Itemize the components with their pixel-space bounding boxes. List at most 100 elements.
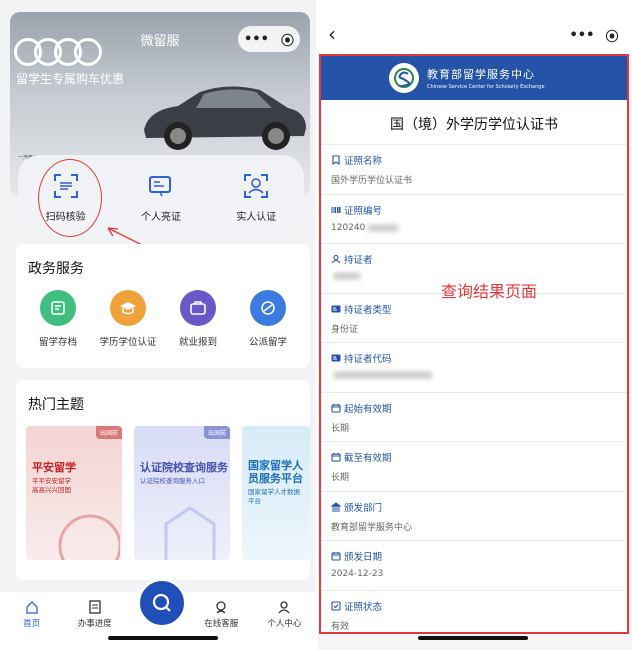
id-card-icon: [331, 354, 341, 362]
certificate-field: 颁发部门教育部留学服务中心: [321, 492, 627, 541]
tab-progress[interactable]: 办事进度: [63, 592, 126, 650]
tab-customer-service[interactable]: 在线客服: [190, 592, 253, 650]
field-value: 教育部留学服务中心: [331, 520, 627, 533]
tab-home[interactable]: 首页: [0, 592, 63, 650]
personal-id-button[interactable]: 个人亮证: [126, 171, 196, 223]
home-screen: 微留服 留学生专属购车优惠 一汽奥迪 ••• ⦿ 扫码核验 个人亮证 实人认证: [0, 0, 316, 650]
search-fab[interactable]: [137, 578, 187, 628]
annotation-label: 查询结果页面: [441, 282, 538, 301]
field-label-text: 证照编号: [344, 205, 383, 217]
home-indicator: [418, 636, 528, 640]
org-name-cn: 教育部留学服务中心: [427, 68, 535, 81]
topic-subtitle: 国家留学人才数据平台: [248, 488, 300, 505]
calendar-icon: [331, 552, 341, 561]
cscse-logo: [389, 63, 419, 93]
field-value-text: 长期: [331, 473, 350, 483]
tab-label: 首页: [23, 619, 41, 629]
field-value-text: 国外学历学位认证书: [331, 176, 413, 186]
topic-title: 平安留学: [32, 461, 76, 474]
field-label-text: 持证者类型: [344, 304, 392, 316]
service-archive[interactable]: 留学存档: [22, 290, 94, 348]
section-title: 热门主题: [28, 397, 84, 413]
user-icon: [278, 601, 290, 614]
redacted-value: [333, 371, 433, 379]
more-icon[interactable]: •••: [244, 32, 269, 47]
bookmark-icon: [332, 155, 340, 165]
field-label: 持证者代码: [331, 351, 627, 365]
mini-program-capsule[interactable]: ••• ⦿: [238, 26, 300, 52]
field-label-text: 起始有效期: [344, 403, 392, 415]
topic-school-query[interactable]: 出国前 认证院校查询服务 认证院校查询服务入口: [134, 426, 230, 560]
field-value-text: 身份证: [331, 324, 359, 335]
field-label-text: 颁发部门: [344, 502, 383, 514]
field-value-text: 120240: [331, 222, 366, 233]
briefcase-icon: [180, 290, 216, 326]
graduation-cap-icon: [110, 290, 146, 326]
tab-profile[interactable]: 个人中心: [253, 592, 316, 650]
id-card-icon: [148, 176, 171, 197]
close-icon[interactable]: ⦿: [605, 26, 618, 45]
car-image: [144, 86, 306, 150]
close-icon[interactable]: ⦿: [281, 30, 294, 49]
org-name-en: Chinese Service Center for Scholarly Exc…: [427, 84, 545, 90]
certificate-panel: 教育部留学服务中心 Chinese Service Center for Sch…: [319, 54, 629, 634]
home-icon: [25, 601, 38, 614]
field-value: 有效: [331, 619, 627, 632]
mini-program-capsule[interactable]: ••• ⦿: [564, 22, 624, 48]
quick-action-label: 个人亮证: [140, 212, 181, 223]
topic-title: 国家留学人员服务平台: [248, 459, 303, 485]
result-screen: ‹ ••• ⦿ 教育部留学服务中心 Chinese Service Center…: [318, 0, 632, 650]
back-button[interactable]: ‹: [328, 22, 336, 46]
quick-action-label: 实人认证: [236, 212, 277, 223]
field-label: 持证者类型: [331, 302, 627, 316]
topic-safe-study[interactable]: 出国前 平安留学 平平安安留学 高高兴兴回国: [26, 426, 122, 560]
service-degree-cert[interactable]: 学历学位认证: [92, 290, 164, 348]
plane-icon: [250, 290, 286, 326]
field-value: 长期: [331, 421, 627, 434]
bank-icon: [331, 501, 341, 511]
top-bar: ‹ ••• ⦿: [318, 0, 632, 54]
service-label: 公派留学: [248, 337, 287, 348]
field-value-text: 长期: [331, 423, 350, 434]
calendar-icon: [331, 453, 341, 462]
field-value: 长期: [331, 470, 627, 483]
field-value: 120240: [331, 223, 627, 233]
field-value: 国外学历学位认证书: [331, 173, 627, 186]
field-value: [331, 371, 627, 379]
seal-decoration: [58, 514, 120, 560]
topic-returnee-platform[interactable]: 国家留学人员服务平台 国家留学人才数据平台: [242, 426, 310, 560]
field-label: 证照状态: [331, 599, 627, 613]
service-label: 留学存档: [38, 337, 77, 348]
archive-icon: [40, 290, 76, 326]
field-value-text: 教育部留学服务中心: [331, 522, 413, 533]
section-title: 政务服务: [28, 261, 84, 277]
field-label-text: 持证者代码: [344, 354, 392, 365]
service-employment[interactable]: 就业报到: [162, 290, 234, 348]
face-verify-button[interactable]: 实人认证: [221, 171, 291, 223]
field-label-text: 证照状态: [344, 601, 383, 613]
org-header: 教育部留学服务中心 Chinese Service Center for Sch…: [321, 56, 627, 100]
field-label-text: 颁发日期: [344, 552, 383, 563]
tab-label: 个人中心: [267, 619, 302, 629]
person-icon: [331, 254, 341, 264]
topic-subtitle: 认证院校查询服务入口: [140, 477, 205, 485]
certificate-field: 持证者代码: [321, 343, 627, 393]
field-value-text: 2024-12-23: [331, 569, 384, 579]
more-icon[interactable]: •••: [570, 28, 595, 43]
check-box-icon: [331, 600, 341, 611]
topic-title: 认证院校查询服务: [140, 461, 228, 474]
field-label-text: 证照名称: [344, 156, 383, 167]
tab-label: 办事进度: [77, 619, 112, 629]
service-gov-study[interactable]: 公派留学: [232, 290, 304, 348]
face-verify-icon: [244, 174, 269, 198]
service-label: 学历学位认证: [99, 337, 157, 348]
certificate-field: 截至有效期长期: [321, 442, 627, 492]
certificate-field: 证照编号 120240: [321, 195, 627, 244]
certificate-field: 起始有效期长期: [321, 393, 627, 442]
field-list: 证照名称国外学历学位认证书证照编号 120240 持证者持证者类型身份证持证者代码起…: [321, 145, 627, 632]
banner-slogan: 留学生专属购车优惠: [16, 72, 125, 86]
field-label-text: 截至有效期: [344, 453, 392, 464]
field-label-text: 持证者: [344, 255, 373, 266]
redacted-value: [333, 272, 361, 280]
search-icon: [152, 593, 171, 612]
